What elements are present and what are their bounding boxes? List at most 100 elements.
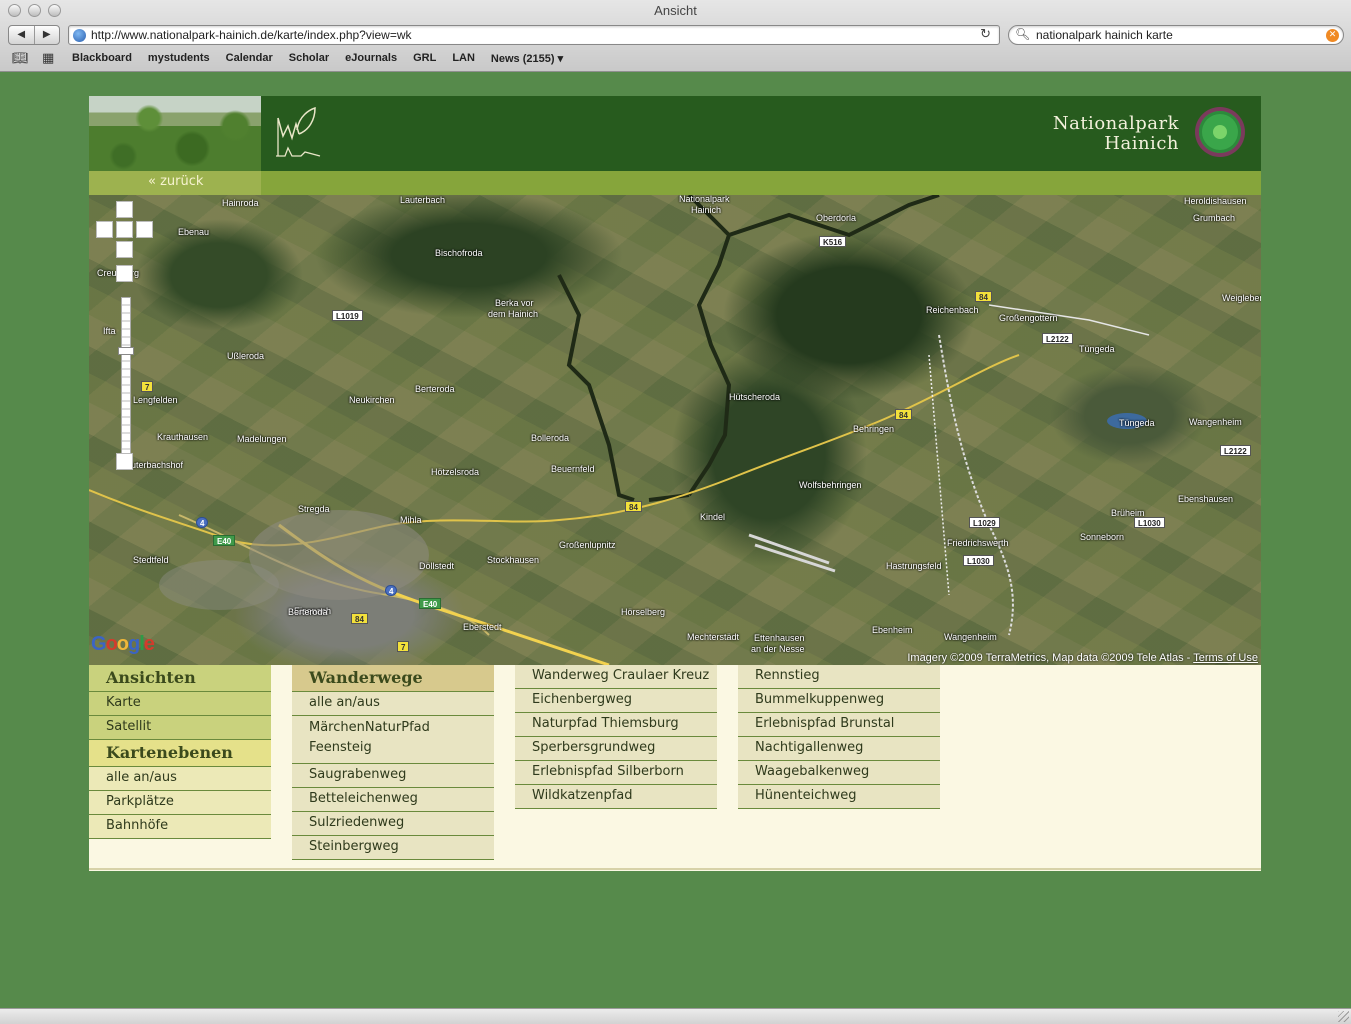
bookmarks-book-icon[interactable]: 📖︎ [12, 51, 29, 66]
road-number-shield: L2122 [1220, 445, 1251, 456]
bookmark-ejournals[interactable]: eJournals [345, 52, 397, 65]
header-forest-photo [89, 96, 261, 171]
map-place-label: Reichenbach [926, 305, 979, 315]
view-karte[interactable]: Karte [89, 692, 271, 716]
pan-down-button[interactable] [116, 241, 133, 258]
trail-erlebnispfad-brunstal[interactable]: Erlebnispfad Brunstal [738, 713, 940, 737]
trail-eichenbergweg[interactable]: Eichenbergweg [515, 689, 717, 713]
map-place-label: Ußleroda [227, 351, 265, 361]
road-number-shield: 84 [895, 409, 912, 420]
forward-button[interactable]: ▶ [35, 26, 60, 44]
trail-naturpfad-thiemsburg[interactable]: Naturpfad Thiemsburg [515, 713, 717, 737]
pan-up-button[interactable] [116, 201, 133, 218]
trail-steinbergweg[interactable]: Steinbergweg [292, 836, 494, 860]
map-place-label: Weigleben [1222, 293, 1261, 303]
map-place-label: Ebenheim [872, 625, 913, 635]
layer-bahnhoefe[interactable]: Bahnhöfe [89, 815, 271, 839]
zoom-in-button[interactable] [116, 265, 133, 282]
trail-toggle-all[interactable]: alle an/aus [292, 692, 494, 716]
back-button[interactable]: ◀ [9, 26, 35, 44]
map-lines-overlay [89, 195, 1150, 665]
pan-left-button[interactable] [96, 221, 113, 238]
view-satellit[interactable]: Satellit [89, 716, 271, 740]
layer-parkplaetze[interactable]: Parkplätze [89, 791, 271, 815]
google-logo[interactable]: Google [91, 633, 155, 656]
road-number-shield: E40 [419, 598, 442, 609]
brand-line-1: Nationalpark [1052, 113, 1179, 134]
back-link[interactable]: « zurück [148, 174, 203, 189]
trail-betteleichenweg[interactable]: Betteleichenweg [292, 788, 494, 812]
pan-center-button[interactable] [116, 221, 133, 238]
trail-maerchennaturpfad[interactable]: MärchenNaturPfad Feensteig [292, 716, 494, 764]
trail-wildkatzenpfad[interactable]: Wildkatzenpfad [515, 785, 717, 809]
pan-right-button[interactable] [136, 221, 153, 238]
trail-rennstieg[interactable]: Rennstieg [738, 665, 940, 689]
url-text[interactable]: http://www.nationalpark-hainich.de/karte… [91, 28, 412, 42]
zoom-slider-track[interactable] [121, 297, 131, 457]
bookmark-blackboard[interactable]: Blackboard [72, 52, 132, 65]
map-place-label: Döllstedt [419, 561, 455, 571]
satellite-map[interactable]: Hainroda Lauterbach Nationalpark Hainich Obe… [89, 195, 1261, 665]
top-sites-grid-icon[interactable]: ▦ [42, 51, 54, 66]
map-place-label: Hainich [691, 205, 722, 215]
zoom-out-button[interactable] [116, 453, 133, 470]
trail-craulaer-kreuz[interactable]: Wanderweg Craulaer Kreuz [515, 665, 717, 689]
map-place-label: Berteroda [288, 607, 328, 617]
nav-buttons: ◀ ▶ [8, 25, 60, 45]
trail-erlebnispfad-silberborn[interactable]: Erlebnispfad Silberborn [515, 761, 717, 785]
window-resize-grip-icon[interactable] [1338, 1011, 1349, 1022]
browser-chrome: Ansicht ◀ ▶ http://www.nationalpark-hain… [0, 0, 1351, 72]
trail-sperbersgrundweg[interactable]: Sperbersgrundweg [515, 737, 717, 761]
map-place-label: Tüngeda [1119, 418, 1155, 428]
road-number-shield: 84 [351, 613, 368, 624]
trail-sulzriedenweg[interactable]: Sulzriedenweg [292, 812, 494, 836]
search-query[interactable]: nationalpark hainich karte [1036, 28, 1173, 42]
site-header: Nationalpark Hainich [89, 96, 1261, 171]
zoom-slider-thumb[interactable] [118, 347, 134, 355]
road-number-shield: 7 [397, 641, 410, 652]
trail-bummelkuppenweg[interactable]: Bummelkuppenweg [738, 689, 940, 713]
bookmark-scholar[interactable]: Scholar [289, 52, 329, 65]
title-bar: Ansicht [0, 0, 1351, 22]
trail-saugrabenweg[interactable]: Saugrabenweg [292, 764, 494, 788]
map-place-label: Ebenau [178, 227, 210, 237]
bookmark-mystudents[interactable]: mystudents [148, 52, 210, 65]
map-place-label: Sonneborn [1080, 532, 1125, 542]
map-place-label: Wangenheim [1189, 417, 1242, 427]
search-field[interactable]: 🔍︎ nationalpark hainich karte ✕ [1008, 25, 1344, 45]
trails-column-3: Wanderweg Craulaer Kreuz Eichenbergweg N… [515, 665, 717, 809]
park-leaf-logo-icon [276, 106, 321, 157]
trail-huenenteichweg[interactable]: Hünenteichweg [738, 785, 940, 809]
map-pan-zoom-control [94, 201, 154, 471]
ansichten-column: Ansichten Karte Satellit Kartenebenen al… [89, 665, 271, 839]
bookmark-calendar[interactable]: Calendar [226, 52, 273, 65]
map-place-label: Nationalpark [679, 195, 730, 204]
search-icon[interactable]: 🔍︎ [1015, 27, 1030, 41]
map-place-label: an der Nesse [751, 644, 805, 654]
map-place-label: Neukirchen [349, 395, 395, 405]
map-place-label: Kindel [700, 512, 726, 522]
clear-search-icon[interactable]: ✕ [1326, 29, 1339, 42]
layer-toggle-all[interactable]: alle an/aus [89, 767, 271, 791]
bookmark-items: Blackboard mystudents Calendar Scholar e… [72, 52, 563, 65]
map-place-label: Hütscheroda [729, 392, 781, 402]
trail-waagebalkenweg[interactable]: Waagebalkenweg [738, 761, 940, 785]
bookmark-news[interactable]: News (2155) ▾ [491, 52, 563, 65]
bookmark-grl[interactable]: GRL [413, 52, 436, 65]
attribution-text: Imagery ©2009 TerraMetrics, Map data ©20… [907, 652, 1194, 664]
map-place-label: Friedrichswerth [947, 538, 1009, 548]
map-place-label: Stedtfeld [133, 555, 169, 565]
road-number-shield: L1029 [969, 517, 1000, 528]
map-attribution: Imagery ©2009 TerraMetrics, Map data ©20… [907, 652, 1258, 664]
back-tab: « zurück [89, 171, 261, 195]
map-place-label: Hainroda [222, 198, 259, 208]
map-place-label: Berka vor [495, 298, 534, 308]
globe-icon [73, 29, 86, 42]
trail-nachtigallenweg[interactable]: Nachtigallenweg [738, 737, 940, 761]
map-place-label: Stockhausen [487, 555, 540, 565]
bookmark-lan[interactable]: LAN [452, 52, 475, 65]
reload-icon[interactable]: ↻ [980, 27, 991, 42]
address-bar[interactable]: http://www.nationalpark-hainich.de/karte… [68, 25, 1000, 45]
terms-of-use-link[interactable]: Terms of Use [1193, 652, 1258, 664]
road-number-shield: L1030 [1134, 517, 1165, 528]
